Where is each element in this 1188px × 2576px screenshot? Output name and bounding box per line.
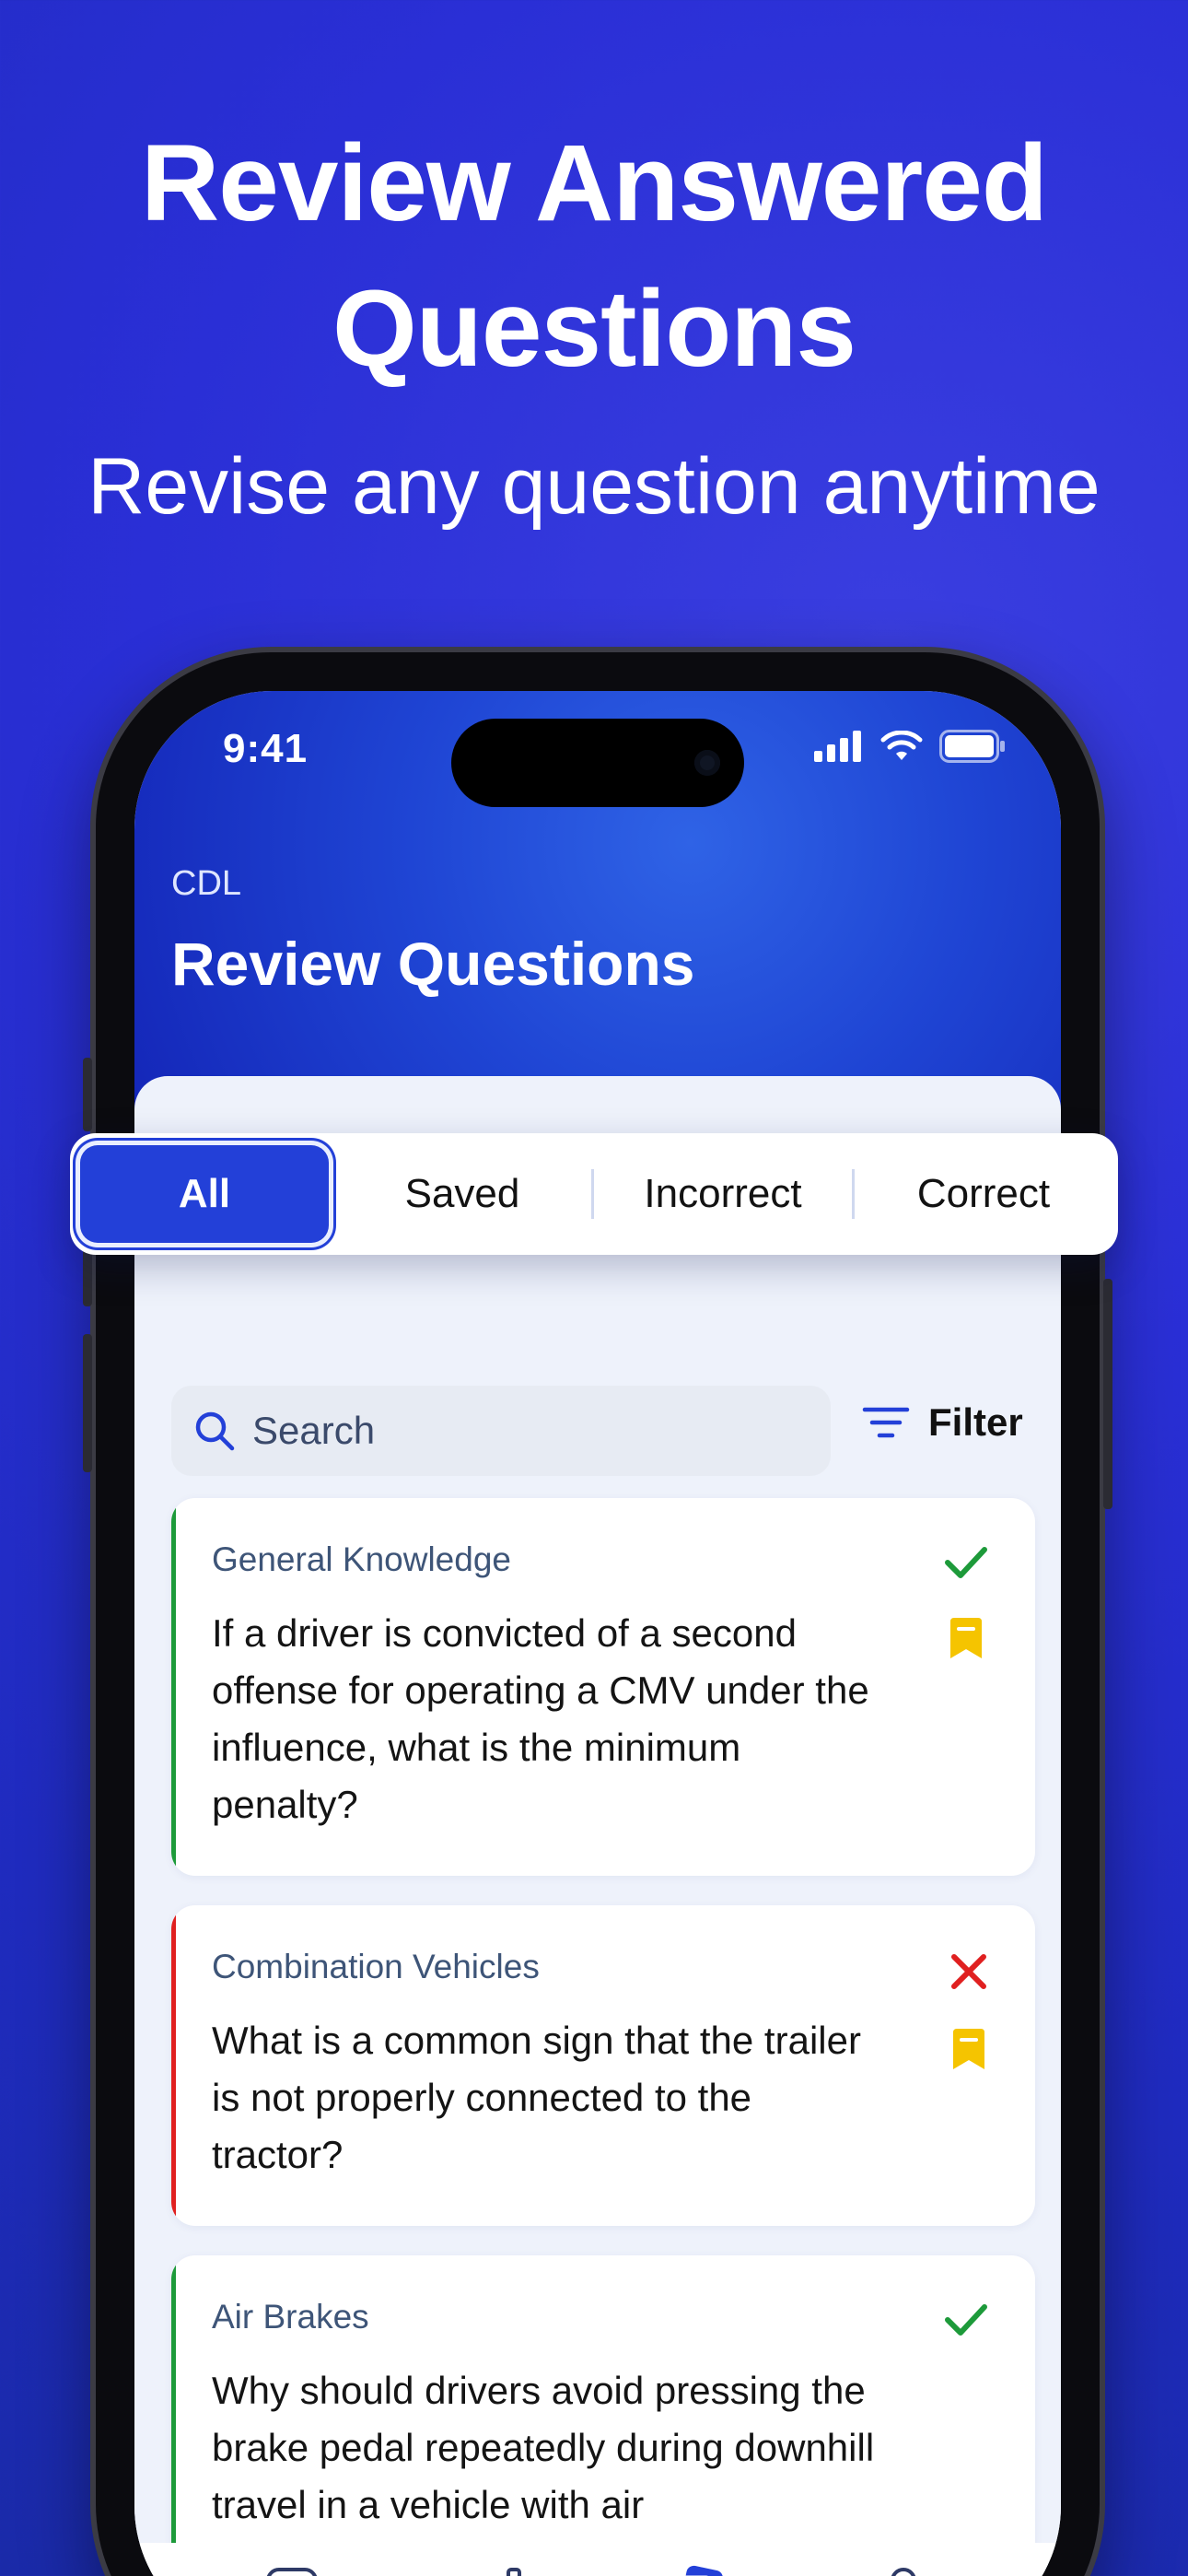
review-icon [680, 2565, 723, 2576]
filter-label: Filter [928, 1400, 1023, 1444]
filter-icon [862, 1407, 910, 1438]
question-category: Combination Vehicles [212, 1948, 540, 1985]
correct-check-icon [945, 1547, 987, 1578]
hero-title: Review Answered Questions [0, 111, 1188, 402]
unlock-icon [891, 2568, 916, 2576]
question-status [949, 1951, 989, 2073]
battery-icon [939, 730, 1005, 763]
filter-button[interactable]: Filter [862, 1400, 1023, 1445]
segment-all[interactable]: All [76, 1141, 333, 1247]
correct-check-icon [945, 2304, 987, 2336]
tab-bar [134, 2543, 1061, 2576]
search-input[interactable]: Search [171, 1386, 831, 1476]
segment-incorrect[interactable]: Incorrect [594, 1141, 852, 1247]
phone-side-button [83, 1058, 92, 1131]
segmented-control: All Saved Incorrect Correct [70, 1133, 1118, 1255]
hero-title-line2: Questions [332, 268, 856, 390]
tab-review[interactable] [663, 2557, 737, 2576]
bookmark-icon[interactable] [947, 1616, 985, 1662]
segment-correct[interactable]: Correct [855, 1141, 1112, 1247]
question-status [943, 2301, 989, 2338]
hero-subtitle: Revise any question anytime [87, 442, 1101, 531]
stats-icon [507, 2568, 522, 2576]
question-text: If a driver is convicted of a second off… [212, 1611, 869, 1826]
bookmark-icon[interactable] [949, 2027, 988, 2073]
tab-practice[interactable] [255, 2557, 329, 2576]
camera-icon [694, 750, 720, 776]
tab-unlock[interactable] [867, 2557, 940, 2576]
phone-screen: 9:41 CDL Review Questions Search Filter … [134, 691, 1061, 2576]
status-icons [814, 730, 1006, 763]
tab-stats[interactable] [459, 2557, 532, 2576]
wifi-icon [880, 731, 923, 760]
search-placeholder: Search [252, 1409, 376, 1452]
incorrect-x-icon [951, 1954, 986, 1989]
question-status [943, 1544, 989, 1662]
question-card[interactable]: Air Brakes Why should drivers avoid pres… [171, 2255, 1035, 2576]
question-category: General Knowledge [212, 1540, 511, 1578]
question-card[interactable]: General Knowledge If a driver is convict… [171, 1498, 1035, 1876]
question-text: What is a common sign that the trailer i… [212, 2019, 861, 2176]
phone-volume-down [83, 1334, 92, 1472]
checklist-icon [266, 2568, 317, 2576]
page-title: Review Questions [171, 930, 695, 998]
phone-power-button [1103, 1279, 1112, 1509]
question-text: Why should drivers avoid pressing the br… [212, 2369, 875, 2526]
signal-icon [814, 731, 861, 762]
search-icon [195, 1411, 235, 1451]
app-header: 9:41 CDL Review Questions [134, 691, 1061, 1124]
status-time: 9:41 [223, 726, 309, 771]
hero-title-line1: Review Answered [140, 123, 1048, 244]
app-subtitle: CDL [171, 864, 242, 903]
question-card[interactable]: Combination Vehicles What is a common si… [171, 1905, 1035, 2226]
segment-saved[interactable]: Saved [333, 1141, 591, 1247]
dynamic-island [451, 719, 744, 807]
phone-frame: 9:41 CDL Review Questions Search Filter … [83, 652, 1112, 2576]
question-category: Air Brakes [212, 2298, 369, 2336]
